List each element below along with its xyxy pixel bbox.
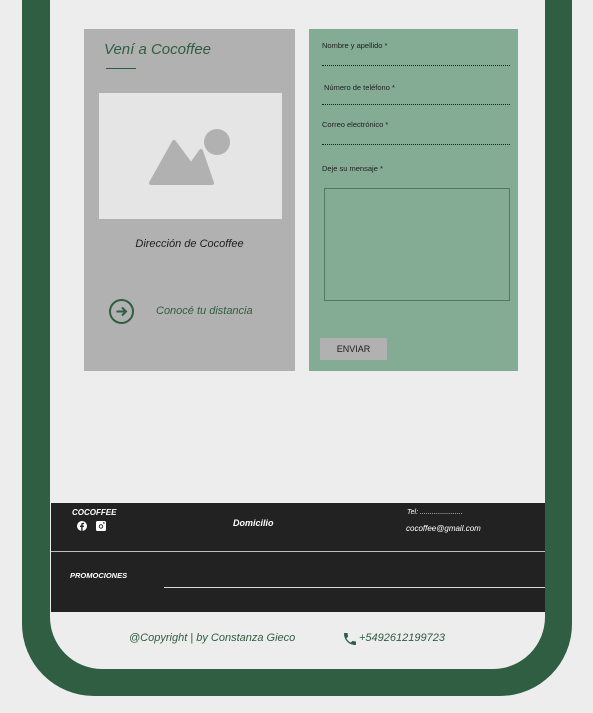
footer-brand: COCOFFEE — [72, 508, 117, 517]
location-card: Vení a Cocoffee Dirección de Cocoffee Co… — [84, 29, 295, 371]
footer-domicilio: Domicilio — [233, 518, 274, 528]
location-title: Vení a Cocoffee — [104, 41, 212, 58]
name-field[interactable] — [322, 65, 510, 66]
instagram-icon[interactable] — [96, 521, 106, 531]
message-label: Deje su mensaje * — [322, 164, 383, 173]
image-placeholder — [99, 93, 282, 219]
phone-icon — [344, 633, 356, 645]
copyright-text: @Copyright | by Constanza Gieco — [129, 632, 296, 644]
phone-label: Número de teléfono * — [324, 83, 395, 92]
message-textarea[interactable] — [324, 188, 510, 301]
footer: COCOFFEE Domicilio Tel: ................… — [51, 503, 545, 612]
phone-number[interactable]: +5492612199723 — [359, 632, 445, 644]
footer-divider — [51, 551, 545, 552]
send-button[interactable]: ENVIAR — [320, 338, 387, 360]
footer-email[interactable]: cocoffee@gmail.com — [406, 524, 481, 533]
name-label: Nombre y apellido * — [322, 41, 388, 50]
footer-promociones[interactable]: PROMOCIONES — [70, 571, 127, 580]
image-placeholder-icon — [149, 129, 230, 185]
email-field[interactable] — [322, 144, 510, 145]
title-underline — [106, 68, 136, 69]
address-text: Dirección de Cocoffee — [135, 238, 244, 250]
promo-divider — [164, 587, 545, 588]
footer-tel: Tel: ...................... — [407, 509, 463, 516]
distance-link[interactable]: Conocé tu distancia — [156, 305, 253, 317]
contact-form: Nombre y apellido * Número de teléfono *… — [309, 29, 518, 371]
arrow-right-circle-icon[interactable] — [109, 299, 134, 324]
phone-field[interactable] — [322, 104, 510, 105]
facebook-icon[interactable] — [77, 521, 87, 531]
email-label: Correo electrónico * — [322, 120, 389, 129]
